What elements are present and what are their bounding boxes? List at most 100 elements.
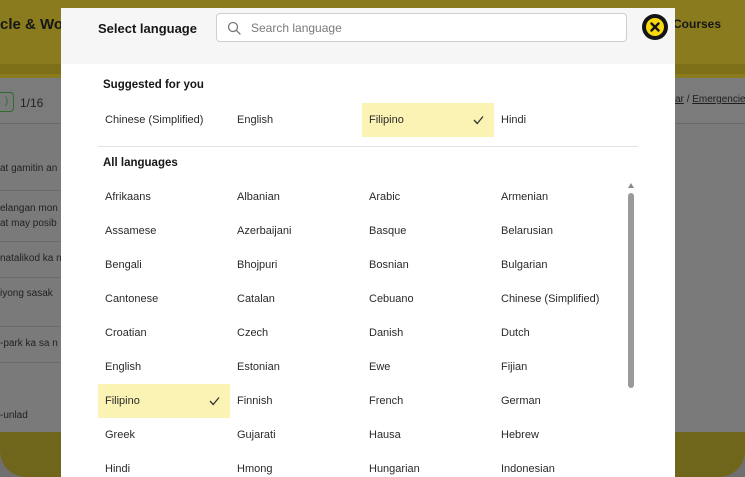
- language-item[interactable]: Arabic: [362, 180, 494, 214]
- language-label: Cebuano: [369, 293, 414, 305]
- language-item[interactable]: Hausa: [362, 418, 494, 452]
- background-row: -park ka sa n: [0, 338, 58, 349]
- language-item[interactable]: Dutch: [494, 316, 626, 350]
- background-row: at may posib: [0, 218, 57, 229]
- language-label: Filipino: [105, 395, 140, 407]
- language-label: Catalan: [237, 293, 275, 305]
- suggested-language-item[interactable]: Filipino: [362, 103, 494, 137]
- language-label: Bengali: [105, 259, 142, 271]
- suggested-language-item[interactable]: Hindi: [494, 103, 626, 137]
- language-item[interactable]: Finnish: [230, 384, 362, 418]
- language-item[interactable]: Chinese (Simplified): [494, 282, 626, 316]
- language-label: French: [369, 395, 404, 407]
- language-label: Bhojpuri: [237, 259, 278, 271]
- background-page-title: cle & Wo: [0, 16, 64, 33]
- language-item[interactable]: Danish: [362, 316, 494, 350]
- language-label: Croatian: [105, 327, 147, 339]
- language-item[interactable]: Gujarati: [230, 418, 362, 452]
- section-divider: [98, 146, 638, 147]
- language-item[interactable]: Indonesian: [494, 452, 626, 477]
- language-label: Hausa: [369, 429, 401, 441]
- language-item[interactable]: Hmong: [230, 452, 362, 477]
- language-label: Czech: [237, 327, 269, 339]
- language-label: Indonesian: [501, 463, 555, 475]
- language-label: Ewe: [369, 361, 391, 373]
- language-label: Danish: [369, 327, 404, 339]
- language-item[interactable]: Assamese: [98, 214, 230, 248]
- language-label: Chinese (Simplified): [105, 114, 204, 126]
- language-item[interactable]: Hebrew: [494, 418, 626, 452]
- language-label: Basque: [369, 225, 407, 237]
- language-item[interactable]: French: [362, 384, 494, 418]
- language-item[interactable]: Fijian: [494, 350, 626, 384]
- scrollbar[interactable]: [627, 183, 635, 477]
- language-item[interactable]: Albanian: [230, 180, 362, 214]
- language-item[interactable]: Bulgarian: [494, 248, 626, 282]
- scroll-up-arrow-icon[interactable]: [628, 183, 634, 188]
- background-breadcrumb: ar / Emergencie: [675, 94, 745, 105]
- language-label: Finnish: [237, 395, 273, 407]
- suggested-language-item[interactable]: English: [230, 103, 362, 137]
- language-label: Hindi: [501, 114, 527, 126]
- language-label: Cantonese: [105, 293, 159, 305]
- background-row: -unlad: [0, 410, 28, 421]
- language-item[interactable]: Hungarian: [362, 452, 494, 477]
- language-label: Estonian: [237, 361, 280, 373]
- background-divider: [0, 241, 62, 242]
- language-item[interactable]: Czech: [230, 316, 362, 350]
- language-item[interactable]: Bosnian: [362, 248, 494, 282]
- close-icon: [646, 18, 664, 36]
- language-item[interactable]: Afrikaans: [98, 180, 230, 214]
- language-label: Gujarati: [237, 429, 276, 441]
- language-label: Hebrew: [501, 429, 539, 441]
- language-item[interactable]: Hindi: [98, 452, 230, 477]
- modal-title: Select language: [98, 21, 197, 36]
- language-label: Assamese: [105, 225, 157, 237]
- language-label: Armenian: [501, 191, 549, 203]
- language-label: English: [105, 361, 142, 373]
- language-label: English: [237, 114, 274, 126]
- search-box[interactable]: [216, 13, 627, 42]
- background-row: at gamitin an: [0, 163, 58, 174]
- language-item[interactable]: German: [494, 384, 626, 418]
- language-item[interactable]: Bengali: [98, 248, 230, 282]
- language-item[interactable]: Filipino: [98, 384, 230, 418]
- language-item[interactable]: Croatian: [98, 316, 230, 350]
- close-button[interactable]: [642, 14, 668, 40]
- suggested-heading: Suggested for you: [103, 79, 204, 91]
- background-row: natalikod ka n: [0, 253, 62, 264]
- language-label: German: [501, 395, 541, 407]
- language-item[interactable]: Cantonese: [98, 282, 230, 316]
- background-row: elangan mon: [0, 203, 58, 214]
- background-counter: 1/16: [20, 96, 44, 110]
- language-item[interactable]: Basque: [362, 214, 494, 248]
- language-modal: Select language Suggested for you Chines…: [61, 8, 675, 477]
- language-item[interactable]: Catalan: [230, 282, 362, 316]
- language-item[interactable]: Armenian: [494, 180, 626, 214]
- language-item[interactable]: Cebuano: [362, 282, 494, 316]
- language-label: Azerbaijani: [237, 225, 292, 237]
- language-item[interactable]: Bhojpuri: [230, 248, 362, 282]
- speaker-icon: ): [0, 92, 14, 112]
- all-languages-heading: All languages: [103, 157, 178, 169]
- breadcrumb-item: ar: [675, 94, 684, 105]
- language-label: Hindi: [105, 463, 131, 475]
- search-icon: [227, 21, 241, 35]
- language-label: Dutch: [501, 327, 530, 339]
- language-item[interactable]: English: [98, 350, 230, 384]
- language-item[interactable]: Ewe: [362, 350, 494, 384]
- suggested-language-item[interactable]: Chinese (Simplified): [98, 103, 230, 137]
- language-item[interactable]: Greek: [98, 418, 230, 452]
- language-label: Bulgarian: [501, 259, 548, 271]
- language-label: Afrikaans: [105, 191, 151, 203]
- background-divider: [0, 362, 62, 363]
- background-divider: [0, 190, 62, 191]
- background-row: iyong sasak: [0, 288, 53, 299]
- language-item[interactable]: Belarusian: [494, 214, 626, 248]
- scrollbar-thumb[interactable]: [628, 193, 634, 388]
- background-divider: [0, 326, 62, 327]
- modal-header: Select language: [61, 8, 675, 64]
- language-item[interactable]: Azerbaijani: [230, 214, 362, 248]
- language-item[interactable]: Estonian: [230, 350, 362, 384]
- search-input[interactable]: [251, 18, 611, 38]
